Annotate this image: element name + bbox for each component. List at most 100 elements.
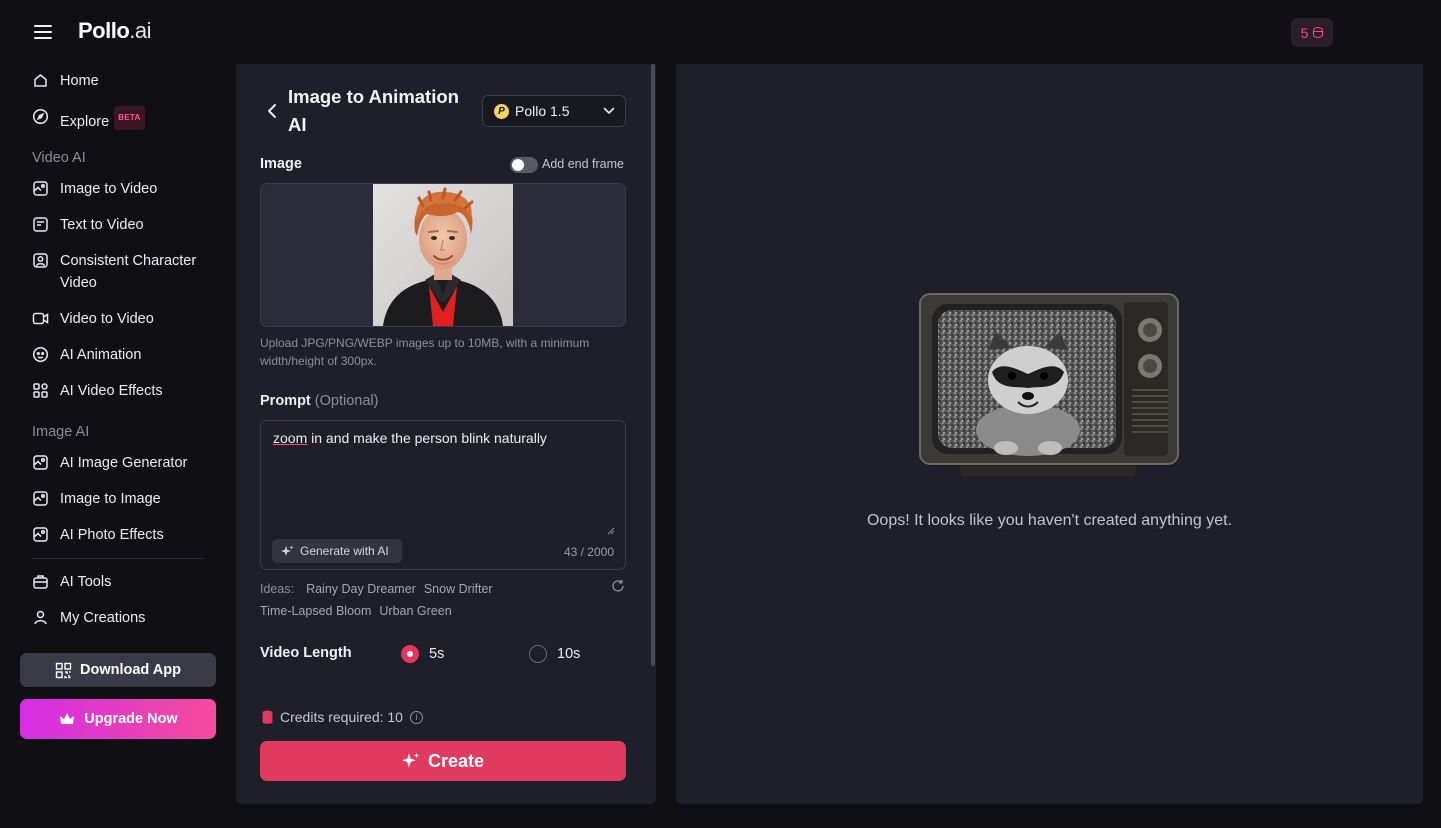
idea-chip[interactable]: Snow Drifter	[424, 582, 493, 596]
info-icon[interactable]: i	[409, 710, 423, 724]
generate-with-ai-button[interactable]: Generate with AI	[272, 539, 402, 563]
sidebar-item-image-to-image[interactable]: Image to Image	[32, 488, 161, 510]
sidebar-divider	[32, 558, 204, 559]
prompt-text-first-word: zoom	[273, 430, 308, 446]
download-app-button[interactable]: Download App	[20, 653, 216, 687]
section-label-image-ai: Image AI	[32, 424, 90, 440]
idea-chip[interactable]: Rainy Day Dreamer	[306, 582, 416, 596]
sidebar-item-label: AI Tools	[60, 574, 112, 590]
sidebar-item-label: My Creations	[60, 610, 146, 626]
chevron-down-icon	[603, 107, 615, 114]
sidebar-item-text-to-video[interactable]: Text to Video	[32, 214, 144, 236]
form-scrollbar[interactable]	[651, 64, 655, 666]
photo-effects-icon	[32, 526, 49, 543]
prompt-label: Prompt (Optional)	[260, 393, 378, 409]
idea-chip[interactable]: Urban Green	[379, 604, 451, 618]
sidebar-item-label: Image to Image	[60, 491, 161, 507]
sidebar-item-my-creations[interactable]: My Creations	[32, 607, 145, 629]
refresh-icon[interactable]	[611, 579, 625, 593]
sidebar-item-label: AI Animation	[60, 347, 142, 363]
ideas-label: Ideas:	[260, 582, 295, 596]
sidebar-item-label: Image to Video	[60, 181, 158, 197]
sidebar-item-label: AI Image Generator	[60, 455, 188, 471]
back-arrow-icon[interactable]	[264, 101, 280, 121]
length-option-label: 5s	[429, 646, 445, 662]
sidebar-item-image-to-video[interactable]: Image to Video	[32, 178, 157, 200]
sidebar-item-ai-tools[interactable]: AI Tools	[32, 571, 111, 593]
animation-icon	[32, 346, 49, 363]
sidebar-item-home[interactable]: Home	[32, 70, 99, 92]
toolbox-icon	[32, 573, 49, 590]
sidebar-item-ai-animation[interactable]: AI Animation	[32, 344, 141, 366]
sidebar-item-label: Explore	[60, 114, 110, 130]
prompt-text-rest: in and make the person blink naturally	[307, 430, 547, 446]
sidebar-item-label: AI Video Effects	[60, 383, 163, 399]
sparkle-icon	[401, 752, 420, 768]
hamburger-menu-icon[interactable]	[34, 25, 52, 39]
page-title-line: AI	[288, 114, 307, 135]
sidebar-item-label: Video	[60, 275, 97, 291]
sparkle-icon	[281, 545, 294, 556]
sidebar-item-ai-video-effects[interactable]: AI Video Effects	[32, 380, 163, 402]
logo-suffix-text: .ai	[129, 18, 152, 43]
sidebar-item-explore[interactable]: Explore BETA	[32, 106, 145, 133]
sidebar-item-label: Video to Video	[60, 311, 154, 327]
sidebar-item-consistent-character-video[interactable]: Consistent Character Video	[32, 250, 196, 294]
image-upload-area[interactable]	[260, 183, 626, 327]
character-icon	[32, 252, 49, 269]
create-button-label: Create	[427, 750, 485, 771]
video-camera-icon	[32, 310, 49, 327]
sidebar-item-label: Home	[60, 73, 99, 89]
image-icon	[32, 490, 49, 507]
model-select-value: Pollo 1.5	[515, 103, 570, 119]
empty-state-message: Oops! It looks like you haven't created …	[866, 512, 1233, 529]
logo-main-text: Pollo	[78, 18, 130, 43]
sidebar-item-label: Text to Video	[60, 217, 144, 233]
sidebar-item-label: Consistent Character	[60, 253, 197, 269]
resize-grip-icon[interactable]	[607, 527, 615, 535]
credits-badge[interactable]: 5	[1291, 18, 1333, 47]
prompt-optional-text: (Optional)	[314, 393, 379, 409]
home-icon	[32, 72, 49, 89]
sidebar-item-ai-image-generator[interactable]: AI Image Generator	[32, 452, 187, 474]
upload-hint-text: Upload JPG/PNG/WEBP images up to 10MB, w…	[260, 336, 590, 368]
compass-icon	[32, 108, 49, 125]
generate-with-ai-label: Generate with AI	[300, 544, 389, 558]
page-title: Image to Animation AI	[288, 83, 473, 139]
uploaded-portrait-image	[373, 184, 513, 326]
image-video-icon	[32, 180, 49, 197]
prompt-textarea[interactable]: zoom in and make the person blink natura…	[260, 420, 626, 570]
crown-icon	[60, 713, 75, 724]
coin-stack-icon	[262, 710, 273, 724]
end-frame-label: Add end frame	[542, 157, 624, 171]
section-label-video-ai: Video AI	[32, 150, 86, 166]
image-generator-icon	[32, 454, 49, 471]
length-option-label: 10s	[557, 646, 581, 662]
ideas-list: Ideas: Rainy Day Dreamer Snow Drifter Time-…	[260, 578, 630, 622]
user-icon	[32, 609, 49, 626]
model-select-dropdown[interactable]: P Pollo 1.5	[482, 95, 626, 127]
prompt-text: zoom in and make the person blink natura…	[273, 430, 547, 446]
empty-state-tv-illustration	[919, 293, 1179, 476]
qr-code-icon	[55, 662, 72, 678]
logo[interactable]: Pollo.ai	[78, 18, 152, 44]
page-title-line: Image to Animation	[288, 86, 459, 107]
credits-required-text: Credits required: 10	[280, 709, 403, 725]
effects-grid-icon	[32, 382, 49, 399]
text-video-icon	[32, 216, 49, 233]
pollo-model-logo-icon: P	[494, 103, 509, 119]
sidebar-item-ai-photo-effects[interactable]: AI Photo Effects	[32, 524, 164, 546]
prompt-label-text: Prompt	[260, 393, 311, 409]
character-count: 43 / 2000	[563, 545, 614, 559]
radio-selected-icon	[401, 645, 419, 663]
length-option-5s[interactable]: 5s	[401, 645, 444, 663]
upgrade-now-label: Upgrade Now	[84, 711, 178, 727]
download-app-label: Download App	[80, 662, 181, 678]
video-length-label: Video Length	[260, 645, 352, 661]
upgrade-now-button[interactable]: Upgrade Now	[20, 699, 216, 739]
create-button[interactable]: Create	[260, 741, 626, 781]
end-frame-toggle[interactable]	[510, 157, 538, 173]
length-option-10s[interactable]: 10s	[529, 645, 580, 663]
sidebar-item-video-to-video[interactable]: Video to Video	[32, 308, 154, 330]
idea-chip[interactable]: Time-Lapsed Bloom	[260, 604, 371, 618]
